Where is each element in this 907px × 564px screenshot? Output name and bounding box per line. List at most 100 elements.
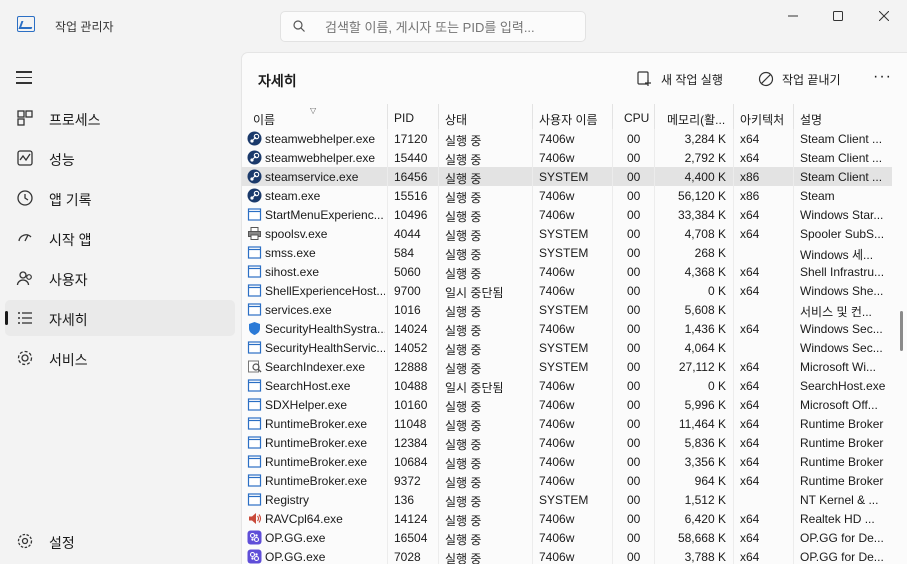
search-box[interactable] <box>280 11 586 42</box>
cell-memory: 4,064 K <box>655 338 734 357</box>
cell-architecture: x86 <box>734 186 794 205</box>
table-row[interactable]: steamservice.exe 16456 실행 중 SYSTEM 00 4,400 K… <box>242 167 892 186</box>
close-button[interactable] <box>861 0 907 32</box>
cell-pid: 10684 <box>388 452 439 471</box>
minimize-button[interactable] <box>770 0 816 32</box>
cell-description: Shell Infrastru... <box>800 265 885 279</box>
process-name: RuntimeBroker.exe <box>265 455 368 469</box>
more-options-button[interactable]: ··· <box>873 68 892 86</box>
column-header-status[interactable]: 상태 <box>439 104 533 129</box>
nav-item-processes[interactable]: 프로세스 <box>5 100 235 136</box>
cell-user: 7406w <box>533 433 613 452</box>
cell-pid: 12888 <box>388 357 439 376</box>
cell-description: Windows Sec... <box>800 322 883 336</box>
cell-pid: 12384 <box>388 433 439 452</box>
column-header-description[interactable]: 설명 <box>794 104 892 129</box>
hamburger-menu-icon[interactable] <box>16 71 32 84</box>
table-row[interactable]: steamwebhelper.exe 17120 실행 중 7406w 00 3,284 … <box>242 129 892 148</box>
title-bar: 작업 관리자 <box>0 0 907 50</box>
table-row[interactable]: RuntimeBroker.exe 11048 실행 중 7406w 00 11,464 … <box>242 414 892 433</box>
cell-name: steamwebhelper.exe <box>242 129 388 148</box>
table-row[interactable]: SearchIndexer.exe 12888 실행 중 SYSTEM 00 27,112… <box>242 357 892 376</box>
process-name: steam.exe <box>265 189 321 203</box>
table-row[interactable]: RuntimeBroker.exe 12384 실행 중 7406w 00 5,836 K… <box>242 433 892 452</box>
cell-name: SecurityHealthServic... <box>242 338 388 357</box>
table-row[interactable]: RAVCpl64.exe 14124 실행 중 7406w 00 6,420 Kx64 Re… <box>242 509 892 528</box>
table-row[interactable]: ShellExperienceHost... 9700 일시 중단됨 7406w 00 0… <box>242 281 892 300</box>
maximize-button[interactable] <box>815 0 861 32</box>
cell-user: 7406w <box>533 471 613 490</box>
column-header-architecture[interactable]: 아키텍처 <box>734 104 794 129</box>
cell-description: OP.GG for De... <box>800 531 884 545</box>
nav-item-performance[interactable]: 성능 <box>5 140 235 176</box>
table-row[interactable]: SDXHelper.exe 10160 실행 중 7406w 00 5,996 Kx64 M… <box>242 395 892 414</box>
cell-cpu: 00 <box>613 414 655 433</box>
cell-memory: 3,284 K <box>655 129 734 148</box>
nav-item-startup-apps[interactable]: 시작 앱 <box>5 220 235 256</box>
table-row[interactable]: sihost.exe 5060 실행 중 7406w 00 4,368 Kx64 Shell… <box>242 262 892 281</box>
steam-icon <box>247 131 262 146</box>
table-row[interactable]: StartMenuExperienc... 10496 실행 중 7406w 00 33,… <box>242 205 892 224</box>
end-task-button[interactable]: 작업 끝내기 <box>758 68 841 90</box>
table-row[interactable]: OP.GG.exe 16504 실행 중 7406w 00 58,668 Kx64 OP.G… <box>242 528 892 547</box>
selected-indicator <box>5 311 8 325</box>
table-row[interactable]: steamwebhelper.exe 15440 실행 중 7406w 00 2,792 … <box>242 148 892 167</box>
column-header-cpu[interactable]: CPU <box>613 104 655 129</box>
nav-item-settings[interactable]: 설정 <box>5 523 235 559</box>
column-header-name[interactable]: 이름 ▽ <box>242 104 388 129</box>
cell-architecture: x64 <box>734 547 794 564</box>
nav-item-users[interactable]: 사용자 <box>5 260 235 296</box>
cell-pid: 14124 <box>388 509 439 528</box>
cell-status: 일시 중단됨 <box>439 281 533 300</box>
process-name: steamservice.exe <box>265 170 359 184</box>
table-row[interactable]: SecurityHealthSystra... 14024 실행 중 7406w 00 1… <box>242 319 892 338</box>
cell-architecture <box>734 338 794 357</box>
table-row[interactable]: Registry 136 실행 중 SYSTEM 00 1,512 K NT Kernel … <box>242 490 892 509</box>
cell-user: SYSTEM <box>533 490 613 509</box>
cell-cpu: 00 <box>613 395 655 414</box>
cell-cpu: 00 <box>613 319 655 338</box>
end-task-label: 작업 끝내기 <box>782 72 841 87</box>
cell-user: SYSTEM <box>533 167 613 186</box>
cell-memory: 5,836 K <box>655 433 734 452</box>
cell-description: Steam <box>800 189 835 203</box>
window-icon <box>247 473 262 488</box>
cell-pid: 1016 <box>388 300 439 319</box>
table-row[interactable]: services.exe 1016 실행 중 SYSTEM 00 5,608 K 서비스 및… <box>242 300 892 319</box>
process-name: spoolsv.exe <box>265 227 328 241</box>
cell-memory: 4,368 K <box>655 262 734 281</box>
run-new-task-button[interactable]: 새 작업 실행 <box>637 68 723 90</box>
column-header-pid[interactable]: PID <box>388 104 439 129</box>
cell-name: Registry <box>242 490 388 509</box>
cell-pid: 11048 <box>388 414 439 433</box>
column-header-memory[interactable]: 메모리(활... <box>655 104 734 129</box>
column-header-user[interactable]: 사용자 이름 <box>533 104 613 129</box>
table-row[interactable]: steam.exe 15516 실행 중 7406w 00 56,120 Kx86 Stea… <box>242 186 892 205</box>
process-name: SDXHelper.exe <box>265 398 348 412</box>
cell-cpu: 00 <box>613 148 655 167</box>
table-row[interactable]: OP.GG.exe 7028 실행 중 7406w 00 3,788 Kx64 OP.GG … <box>242 547 892 564</box>
table-row[interactable]: smss.exe 584 실행 중 SYSTEM 00 268 K Windows 세... <box>242 243 892 262</box>
nav-label: 설정 <box>49 535 75 551</box>
cell-memory: 3,788 K <box>655 547 734 564</box>
vertical-scrollbar[interactable] <box>900 311 903 351</box>
table-row[interactable]: SearchHost.exe 10488 일시 중단됨 7406w 00 0 Kx64 Se… <box>242 376 892 395</box>
nav-label: 시작 앱 <box>49 232 92 248</box>
cell-description: Steam Client ... <box>800 170 883 184</box>
search-input[interactable] <box>325 17 580 37</box>
nav-item-app-history[interactable]: 앱 기록 <box>5 180 235 216</box>
cell-cpu: 00 <box>613 167 655 186</box>
table-row[interactable]: RuntimeBroker.exe 9372 실행 중 7406w 00 964 Kx64… <box>242 471 892 490</box>
search-icon <box>293 20 305 32</box>
navigation-pane: 프로세스 성능 앱 기록 시작 앱 사용자 자세히 서비스 설정 <box>0 50 240 564</box>
cell-pid: 16456 <box>388 167 439 186</box>
table-row[interactable]: SecurityHealthServic... 14052 실행 중 SYSTEM 00… <box>242 338 892 357</box>
cell-architecture: x64 <box>734 148 794 167</box>
table-row[interactable]: RuntimeBroker.exe 10684 실행 중 7406w 00 3,356 K… <box>242 452 892 471</box>
table-row[interactable]: spoolsv.exe 4044 실행 중 SYSTEM 00 4,708 Kx64 Spo… <box>242 224 892 243</box>
nav-item-services[interactable]: 서비스 <box>5 340 235 376</box>
cell-architecture: x64 <box>734 433 794 452</box>
nav-item-details[interactable]: 자세히 <box>5 300 235 336</box>
cell-cpu: 00 <box>613 471 655 490</box>
cell-memory: 58,668 K <box>655 528 734 547</box>
